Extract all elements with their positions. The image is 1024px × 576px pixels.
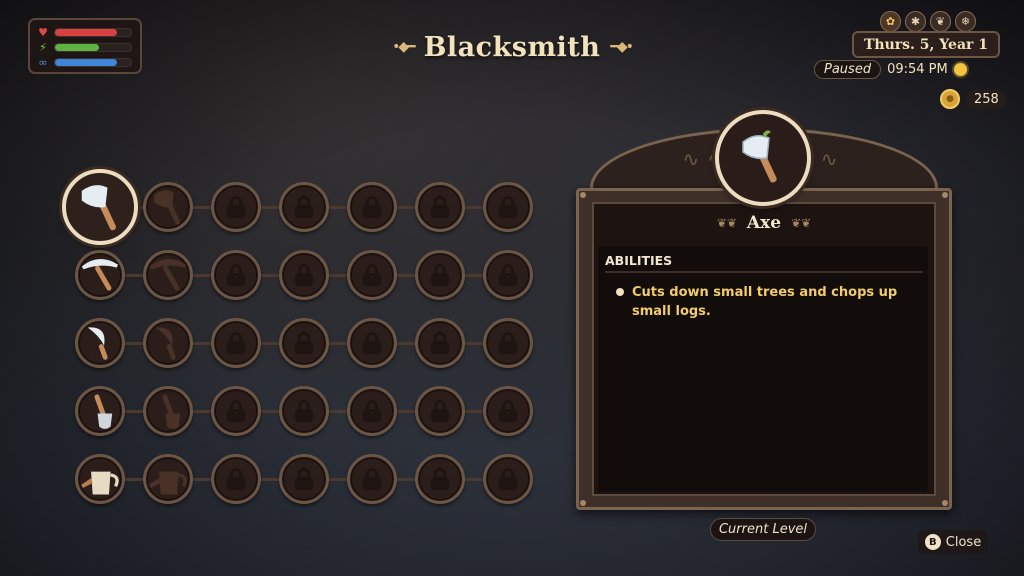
locked-slot[interactable] [347, 454, 397, 504]
locked-slot[interactable] [211, 250, 261, 300]
lock-icon [295, 264, 313, 286]
lock-icon [363, 332, 381, 354]
fall-icon: ❦ [930, 11, 951, 32]
sickle-icon [87, 327, 108, 360]
lock-icon [227, 468, 245, 490]
lock-icon [295, 196, 313, 218]
tool-slot-sickle[interactable] [75, 318, 125, 368]
lock-icon [227, 196, 245, 218]
locked-slot[interactable] [279, 386, 329, 436]
shovel-icon [94, 394, 113, 429]
axe-icon [742, 130, 777, 183]
locked-slot[interactable] [415, 454, 465, 504]
close-button[interactable]: B Close [918, 530, 988, 554]
close-label: Close [945, 534, 982, 550]
bullet-icon [616, 288, 624, 296]
tool-upgrade-grid [0, 0, 560, 576]
locked-slot[interactable] [347, 386, 397, 436]
tool-upgrade-slot-shovel[interactable] [143, 386, 193, 436]
watering-can-icon [81, 471, 119, 495]
tool-upgrade-slot-pickaxe[interactable] [143, 250, 193, 300]
locked-slot[interactable] [415, 250, 465, 300]
lock-icon [431, 400, 449, 422]
lock-icon [295, 332, 313, 354]
current-level-label: Current Level [710, 518, 816, 541]
lock-icon [363, 196, 381, 218]
spring-icon: ✿ [880, 11, 901, 32]
tool-upgrade-slot-axe[interactable] [143, 182, 193, 232]
lock-icon [499, 264, 517, 286]
lock-icon [363, 400, 381, 422]
lock-icon [431, 196, 449, 218]
locked-slot[interactable] [279, 454, 329, 504]
lock-icon [295, 400, 313, 422]
tool-upgrade-slot-watering-can[interactable] [143, 454, 193, 504]
season-indicator: ✿ ✱ ❦ ❄ [880, 11, 976, 32]
tool-slot-watering-can[interactable] [75, 454, 125, 504]
leaf-ornament-right-icon: ❦❦ [791, 216, 812, 230]
locked-slot[interactable] [279, 250, 329, 300]
locked-slot[interactable] [415, 182, 465, 232]
locked-slot[interactable] [211, 386, 261, 436]
locked-slot[interactable] [483, 386, 533, 436]
locked-slot[interactable] [483, 182, 533, 232]
locked-slot[interactable] [211, 318, 261, 368]
leaf-ornament-left-icon: ❦❦ [716, 216, 737, 230]
sun-icon [953, 62, 967, 76]
locked-slot[interactable] [483, 454, 533, 504]
lock-icon [499, 400, 517, 422]
ability-text: Cuts down small trees and chops up small… [632, 285, 898, 319]
locked-slot[interactable] [279, 318, 329, 368]
lock-icon [363, 264, 381, 286]
lock-icon [227, 332, 245, 354]
tool-upgrade-slot-sickle[interactable] [143, 318, 193, 368]
lock-icon [499, 196, 517, 218]
locked-slot[interactable] [279, 182, 329, 232]
coin-icon: ● [940, 89, 960, 109]
watering-can-silhouette-icon [149, 471, 187, 495]
shovel-silhouette-icon [162, 394, 181, 429]
tool-slot-axe[interactable] [62, 169, 138, 245]
coin-counter: ● 258 [940, 89, 1007, 109]
ability-item: Cuts down small trees and chops up small… [616, 283, 906, 321]
clock-time: 09:54 PM [887, 61, 948, 77]
selected-tool-name: Axe [746, 213, 782, 233]
locked-slot[interactable] [211, 454, 261, 504]
pickaxe-silhouette-icon [149, 259, 186, 291]
time-row: Paused 09:54 PM [814, 58, 967, 80]
lock-icon [431, 468, 449, 490]
locked-slot[interactable] [483, 318, 533, 368]
title-flourish-right: ━◆• [610, 39, 633, 55]
tool-slot-pickaxe[interactable] [75, 250, 125, 300]
tool-name-row: ❦❦ Axe ❦❦ [592, 208, 936, 238]
lock-icon [499, 468, 517, 490]
locked-slot[interactable] [347, 318, 397, 368]
pickaxe-icon [81, 259, 118, 291]
winter-icon: ❄ [955, 11, 976, 32]
locked-slot[interactable] [211, 182, 261, 232]
selected-tool-badge [715, 110, 811, 206]
axe-silhouette-icon [154, 190, 181, 225]
sickle-silhouette-icon [155, 327, 176, 360]
date-display: Thurs. 5, Year 1 [852, 31, 1000, 58]
b-button-icon: B [924, 534, 941, 550]
lock-icon [363, 468, 381, 490]
coin-count: 258 [966, 89, 1007, 109]
locked-slot[interactable] [347, 182, 397, 232]
lock-icon [227, 400, 245, 422]
lock-icon [227, 264, 245, 286]
axe-icon [81, 185, 117, 231]
lock-icon [431, 332, 449, 354]
locked-slot[interactable] [415, 318, 465, 368]
tool-slot-shovel[interactable] [75, 386, 125, 436]
lock-icon [499, 332, 517, 354]
lock-icon [295, 468, 313, 490]
abilities-header: ABILITIES [605, 253, 923, 273]
paused-badge: Paused [814, 59, 882, 79]
locked-slot[interactable] [415, 386, 465, 436]
locked-slot[interactable] [483, 250, 533, 300]
summer-icon: ✱ [905, 11, 926, 32]
lock-icon [431, 264, 449, 286]
locked-slot[interactable] [347, 250, 397, 300]
